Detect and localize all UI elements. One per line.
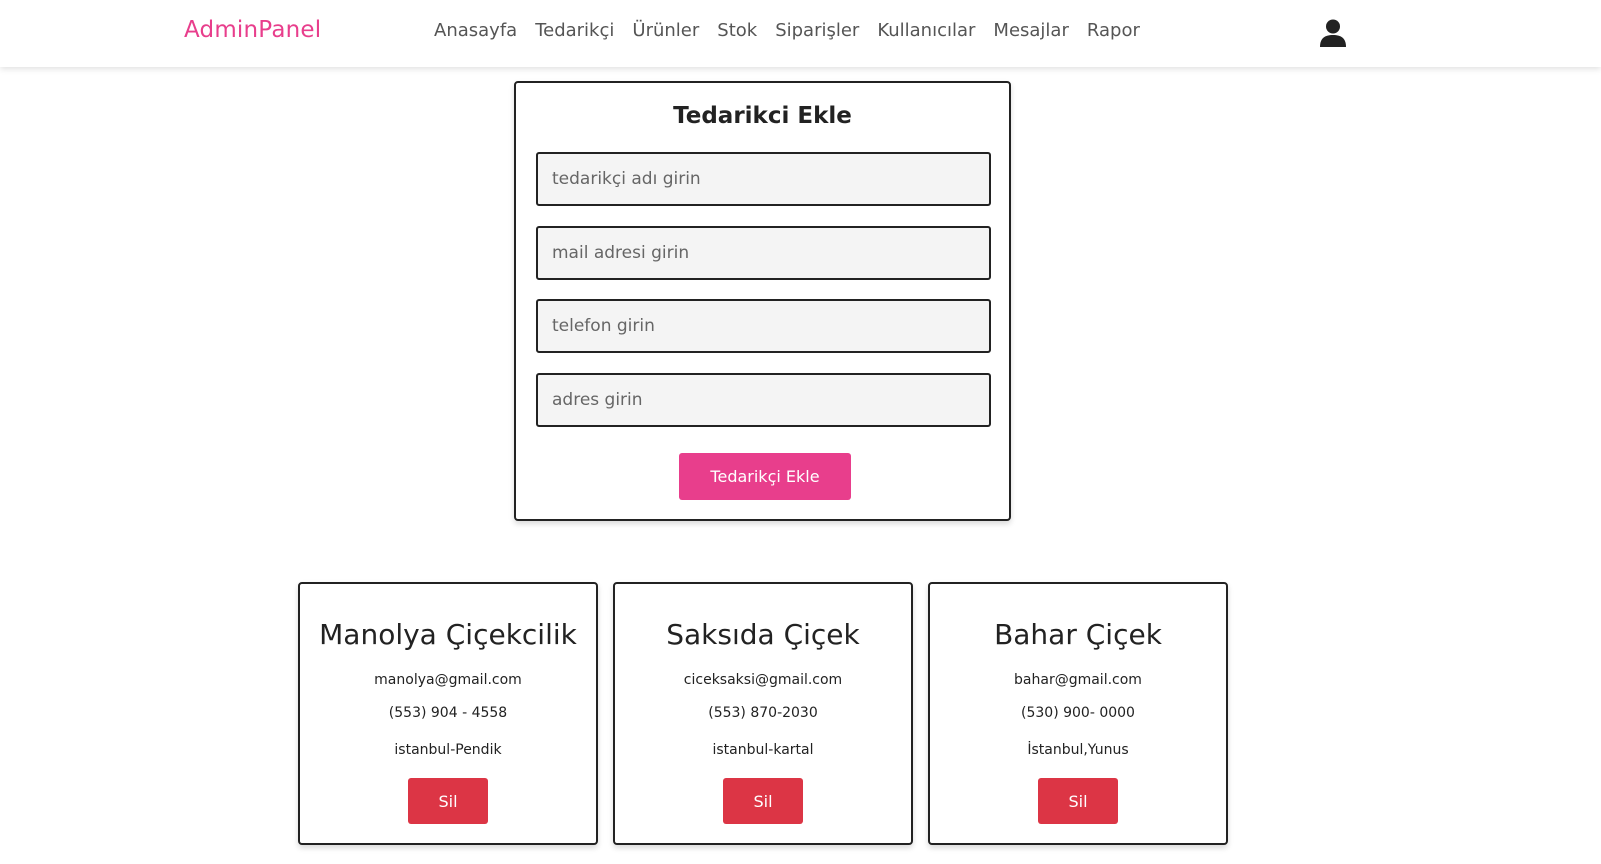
form-title: Tedarikci Ekle bbox=[673, 103, 852, 129]
nav-link-anasayfa[interactable]: Anasayfa bbox=[434, 20, 517, 41]
supplier-name: Manolya Çiçekcilik bbox=[319, 618, 577, 651]
supplier-email: bahar@gmail.com bbox=[1014, 672, 1142, 688]
nav-link-urunler[interactable]: Ürünler bbox=[632, 20, 699, 41]
supplier-phone-input[interactable] bbox=[536, 299, 991, 353]
add-supplier-button[interactable]: Tedarikçi Ekle bbox=[679, 453, 851, 500]
nav-links: Anasayfa Tedarikçi Ürünler Stok Siparişl… bbox=[434, 20, 1140, 41]
nav-link-rapor[interactable]: Rapor bbox=[1087, 20, 1140, 41]
supplier-name-input[interactable] bbox=[536, 152, 991, 206]
supplier-address: istanbul-Pendik bbox=[394, 742, 502, 758]
nav-link-siparisler[interactable]: Siparişler bbox=[775, 20, 859, 41]
supplier-phone: (530) 900- 0000 bbox=[1021, 705, 1135, 721]
supplier-email: ciceksaksi@gmail.com bbox=[683, 672, 843, 688]
add-supplier-form: Tedarikci Ekle Tedarikçi Ekle bbox=[514, 81, 1011, 521]
top-navbar: AdminPanel Anasayfa Tedarikçi Ürünler St… bbox=[0, 0, 1601, 67]
supplier-address-input[interactable] bbox=[536, 373, 991, 427]
brand-logo[interactable]: AdminPanel bbox=[184, 17, 321, 43]
supplier-name: Saksıda Çiçek bbox=[666, 618, 860, 651]
nav-link-mesajlar[interactable]: Mesajlar bbox=[993, 20, 1068, 41]
supplier-address: istanbul-kartal bbox=[712, 742, 814, 758]
delete-supplier-button[interactable]: Sil bbox=[1038, 778, 1118, 824]
delete-supplier-button[interactable]: Sil bbox=[408, 778, 488, 824]
nav-link-tedarikci[interactable]: Tedarikçi bbox=[535, 20, 614, 41]
nav-link-kullanicilar[interactable]: Kullanıcılar bbox=[877, 20, 975, 41]
supplier-email-input[interactable] bbox=[536, 226, 991, 280]
supplier-phone: (553) 870-2030 bbox=[708, 705, 818, 721]
nav-link-stok[interactable]: Stok bbox=[717, 20, 757, 41]
user-icon[interactable] bbox=[1320, 19, 1346, 47]
supplier-phone: (553) 904 - 4558 bbox=[388, 705, 508, 721]
supplier-card: Manolya Çiçekcilik manolya@gmail.com (55… bbox=[298, 582, 598, 845]
supplier-card: Bahar Çiçek bahar@gmail.com (530) 900- 0… bbox=[928, 582, 1228, 845]
supplier-name: Bahar Çiçek bbox=[994, 618, 1162, 651]
delete-supplier-button[interactable]: Sil bbox=[723, 778, 803, 824]
supplier-email: manolya@gmail.com bbox=[374, 672, 522, 688]
supplier-card: Saksıda Çiçek ciceksaksi@gmail.com (553)… bbox=[613, 582, 913, 845]
supplier-address: İstanbul,Yunus bbox=[1027, 742, 1129, 758]
